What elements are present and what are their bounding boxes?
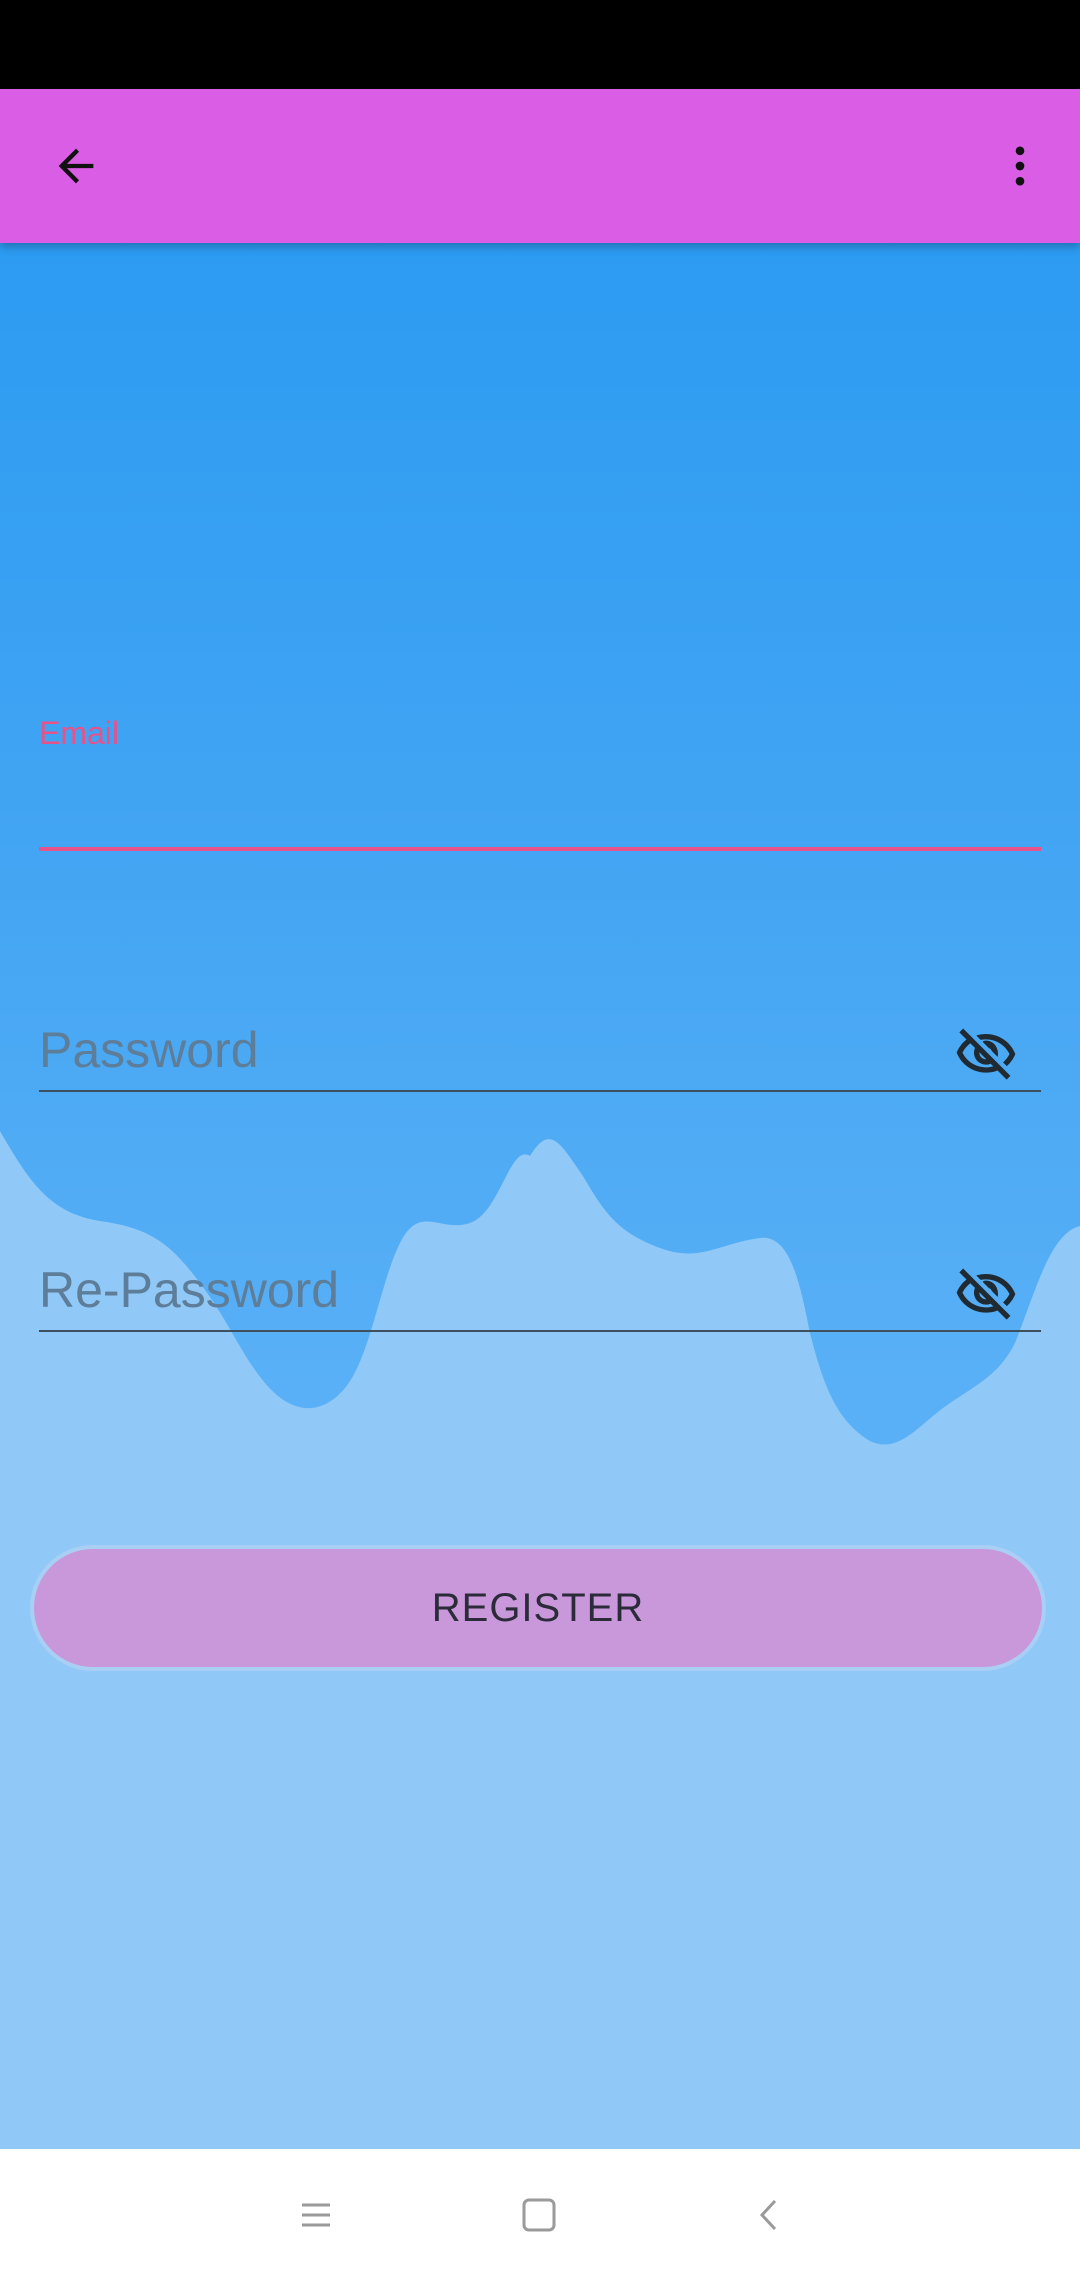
nav-back-button[interactable]	[733, 2179, 805, 2251]
email-field[interactable]: Email	[39, 715, 1041, 851]
register-button-label: REGISTER	[431, 1585, 645, 1630]
re-password-input[interactable]	[39, 1255, 939, 1325]
more-options-button[interactable]	[980, 126, 1060, 206]
wave-background	[0, 1131, 1080, 2149]
more-vert-icon	[1015, 146, 1025, 186]
password-underline	[39, 1090, 1041, 1092]
visibility-off-icon	[956, 1028, 1016, 1080]
chevron-back-icon	[759, 2199, 777, 2231]
re-password-underline	[39, 1330, 1041, 1332]
home-button[interactable]	[503, 2179, 575, 2251]
menu-lines-icon	[302, 2203, 330, 2227]
password-visibility-toggle[interactable]	[951, 1019, 1021, 1089]
back-button[interactable]	[36, 126, 116, 206]
square-home-icon	[522, 2198, 556, 2232]
password-field[interactable]: Password	[39, 1013, 1041, 1113]
password-input[interactable]	[39, 1015, 939, 1085]
re-password-field[interactable]: Re-Password	[39, 1253, 1041, 1353]
register-button[interactable]: REGISTER	[30, 1545, 1046, 1671]
email-input[interactable]	[39, 761, 939, 831]
recents-button[interactable]	[280, 2179, 352, 2251]
screen: Email Password Re-Password REGISTER	[0, 0, 1080, 2280]
arrow-back-icon	[58, 148, 94, 184]
status-bar	[0, 0, 1080, 89]
email-label: Email	[39, 715, 120, 751]
re-password-visibility-toggle[interactable]	[951, 1259, 1021, 1329]
email-underline	[39, 847, 1041, 851]
app-bar	[0, 89, 1080, 243]
system-nav-bar	[0, 2149, 1080, 2280]
register-content: Email Password Re-Password REGISTER	[0, 243, 1080, 2149]
visibility-off-icon	[956, 1268, 1016, 1320]
